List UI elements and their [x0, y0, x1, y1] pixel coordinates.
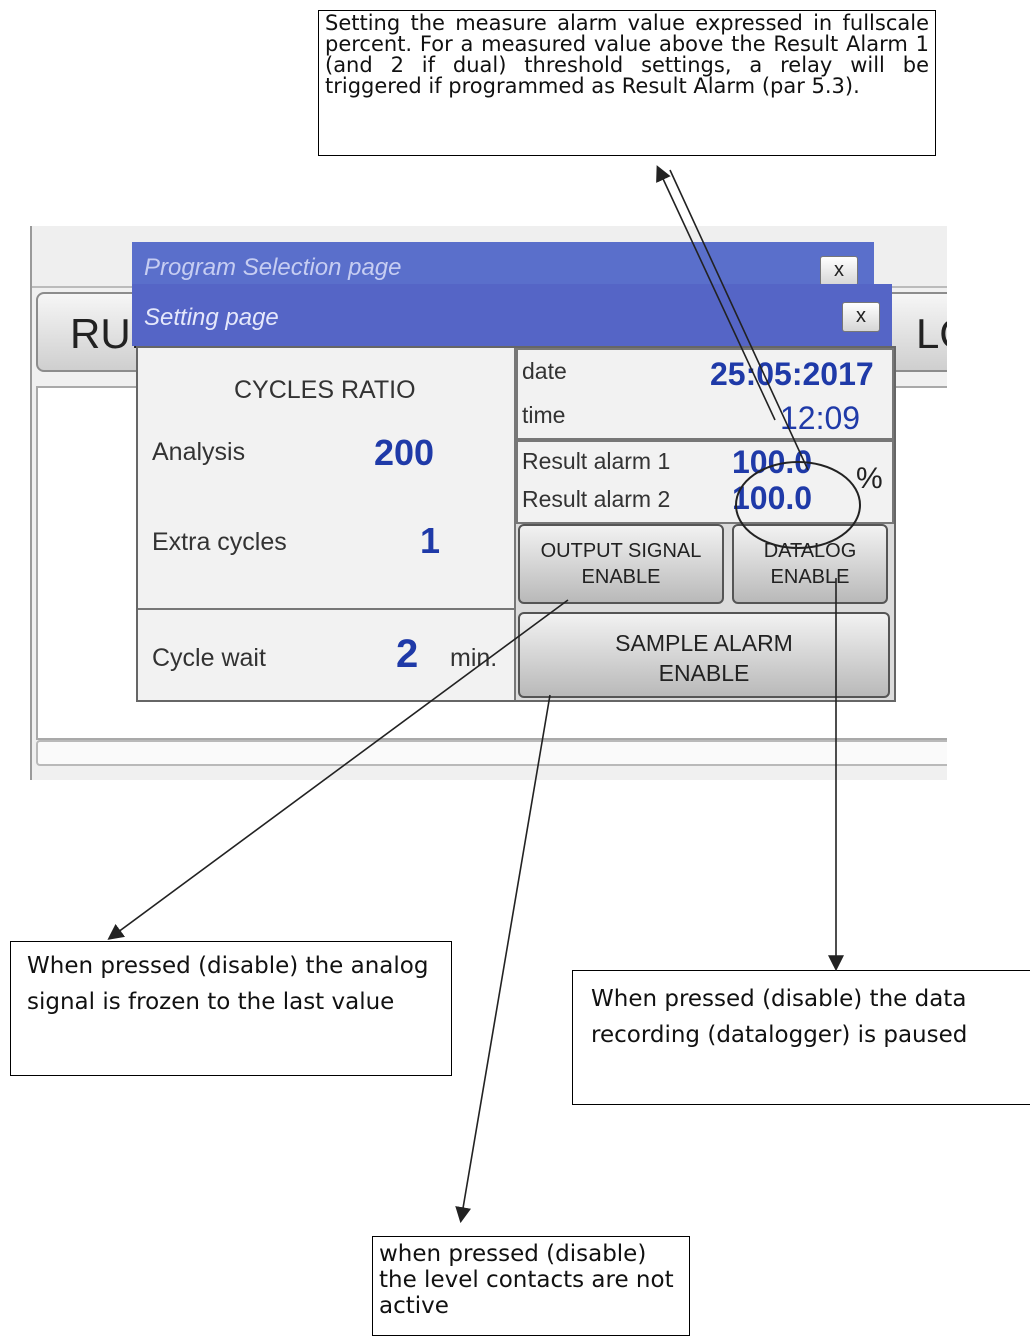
line-to-result-alarm-callout — [669, 169, 809, 471]
annotation-lines — [107, 165, 861, 1224]
arrow-to-sample-alarm-callout — [455, 694, 551, 1224]
arrow-to-result-alarm-callout — [656, 165, 776, 421]
result-alarm-highlight-ellipse — [735, 461, 861, 549]
arrow-to-output-signal-callout — [107, 599, 569, 940]
